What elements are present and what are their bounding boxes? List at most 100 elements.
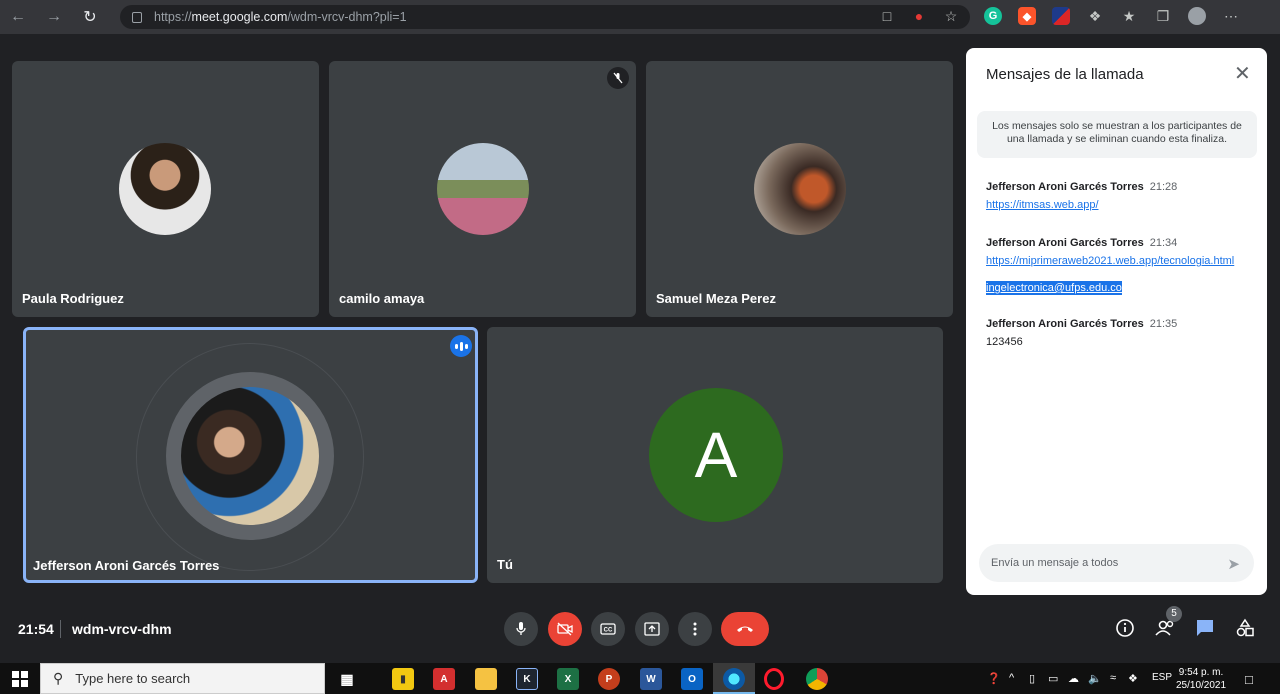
edge-browser-icon[interactable]	[723, 668, 745, 690]
participant-tile[interactable]: camilo amaya	[329, 61, 636, 317]
favorites-icon[interactable]: ★	[1120, 8, 1138, 25]
present-screen-button[interactable]	[635, 612, 669, 646]
taskbar-search-box[interactable]: ⚲ Type here to search	[40, 663, 325, 694]
self-avatar-initial: A	[649, 388, 783, 522]
divider	[60, 620, 61, 638]
opera-icon[interactable]	[764, 668, 784, 690]
forward-arrow-icon[interactable]: →	[36, 0, 72, 34]
search-icon: ⚲	[53, 670, 64, 686]
reload-icon[interactable]: ↻	[72, 0, 108, 34]
windows-taskbar: ⚲ Type here to search ▦ ▮ A K X P W O ❓ …	[0, 663, 1280, 694]
participant-name: Samuel Meza Perez	[656, 291, 776, 306]
activities-icon[interactable]	[1235, 618, 1255, 643]
self-tile[interactable]: A Tú	[487, 327, 943, 583]
grammarly-extension-icon[interactable]: G	[984, 7, 1002, 25]
url-prefix: https://	[154, 10, 192, 24]
message-time: 21:28	[1149, 181, 1178, 193]
participant-photo	[437, 143, 529, 235]
message-email-link-selected[interactable]: ingelectronica@ufps.edu.co	[986, 281, 1122, 295]
hang-up-icon	[737, 626, 753, 632]
present-screen-icon	[644, 622, 660, 636]
more-options-button[interactable]	[678, 612, 712, 646]
phone-icon[interactable]: ▯	[1029, 672, 1035, 685]
chat-title: Mensajes de la llamada	[986, 66, 1144, 83]
participant-name: camilo amaya	[339, 291, 425, 306]
more-menu-icon[interactable]: ⋯	[1222, 8, 1240, 25]
puzzle-extensions-icon[interactable]: ❖	[1086, 8, 1104, 25]
camera-icon[interactable]: □	[878, 8, 896, 24]
more-vert-icon	[693, 622, 697, 636]
meeting-code: wdm-vrcv-dhm	[72, 621, 172, 637]
word-icon[interactable]: W	[640, 668, 662, 690]
help-icon[interactable]: ❓	[987, 672, 1001, 685]
camera-off-button[interactable]	[548, 612, 582, 646]
participant-name: Paula Rodriguez	[22, 291, 124, 306]
participant-tile[interactable]: Paula Rodriguez	[12, 61, 319, 317]
message-sender: Jefferson Aroni Garcés Torres	[986, 181, 1144, 193]
brave-extension-icon[interactable]: ◆	[1018, 7, 1036, 25]
chat-notice: Los mensajes solo se muestran a los part…	[977, 111, 1257, 158]
chrome-icon[interactable]	[806, 668, 828, 690]
collections-icon[interactable]: ❐	[1154, 8, 1172, 25]
address-bar[interactable]: https://meet.google.com/wdm-vrcv-dhm?pli…	[120, 5, 970, 29]
microphone-icon	[516, 622, 526, 635]
leave-call-button[interactable]	[721, 612, 769, 646]
participant-tile-active-speaker[interactable]: Jefferson Aroni Garcés Torres	[23, 327, 478, 583]
participant-name: Tú	[497, 557, 513, 572]
task-view-icon[interactable]: ▦	[336, 668, 358, 690]
notification-blocked-icon[interactable]: ●	[910, 8, 928, 24]
wifi-icon[interactable]: ≈	[1110, 672, 1116, 684]
chat-input-placeholder: Envía un mensaje a todos	[991, 557, 1119, 569]
chat-panel: Mensajes de la llamada ✕ Los mensajes so…	[966, 48, 1267, 595]
bookmark-star-icon[interactable]: ☆	[942, 8, 960, 25]
excel-icon[interactable]: X	[557, 668, 579, 690]
microphone-button[interactable]	[504, 612, 538, 646]
chat-message-input[interactable]: Envía un mensaje a todos ➤	[979, 544, 1254, 582]
lock-icon	[132, 11, 142, 23]
send-icon[interactable]: ➤	[1227, 555, 1240, 573]
participant-tile[interactable]: Samuel Meza Perez	[646, 61, 953, 317]
chat-message: Jefferson Aroni Garcés Torres 21:34 https…	[986, 237, 1234, 295]
meeting-info-icon[interactable]	[1115, 618, 1135, 643]
message-sender: Jefferson Aroni Garcés Torres	[986, 237, 1144, 249]
meeting-clock: 21:54	[18, 621, 54, 637]
participant-name: Jefferson Aroni Garcés Torres	[33, 558, 220, 573]
speaker-icon[interactable]: 🔈	[1088, 672, 1102, 685]
extension-icon[interactable]	[1052, 7, 1070, 25]
profile-avatar[interactable]	[1188, 7, 1206, 25]
mic-off-icon	[607, 67, 629, 89]
clock-time: 9:54 p. m.	[1178, 667, 1224, 678]
clock-date: 25/10/2021	[1176, 680, 1227, 691]
chat-message: Jefferson Aroni Garcés Torres 21:28 https…	[986, 181, 1177, 211]
url-path: /wdm-vrcv-dhm?pli=1	[287, 10, 407, 24]
onedrive-cloud-icon[interactable]: ☁	[1068, 672, 1079, 685]
participant-photo	[754, 143, 846, 235]
back-arrow-icon[interactable]: ←	[0, 0, 36, 34]
participant-photo	[119, 143, 211, 235]
system-clock[interactable]: 9:54 p. m. 25/10/2021	[1176, 666, 1226, 692]
battery-icon: ▭	[1048, 673, 1059, 685]
message-link[interactable]: https://itmsas.web.app/	[986, 199, 1177, 211]
browser-toolbar: ← → ↻ https://meet.google.com/wdm-vrcv-d…	[0, 0, 1280, 34]
notifications-icon[interactable]: □	[1245, 672, 1253, 687]
input-language[interactable]: ESP	[1152, 672, 1172, 683]
outlook-icon[interactable]: O	[681, 668, 703, 690]
dropbox-icon[interactable]: ❖	[1128, 672, 1138, 685]
app-k-icon[interactable]: K	[516, 668, 538, 690]
chat-icon[interactable]	[1195, 618, 1215, 643]
file-explorer-icon[interactable]	[475, 668, 497, 690]
message-text: 123456	[986, 336, 1023, 348]
chevron-up-icon[interactable]: ^	[1009, 672, 1014, 684]
speaking-indicator-icon	[450, 335, 472, 357]
message-time: 21:34	[1149, 237, 1178, 249]
message-link[interactable]: https://miprimeraweb2021.web.app/tecnolo…	[986, 255, 1234, 267]
participant-photo	[181, 387, 319, 525]
windows-start-icon[interactable]	[12, 671, 28, 687]
power-bi-icon[interactable]: ▮	[392, 668, 414, 690]
camera-off-icon	[557, 622, 573, 636]
powerpoint-icon[interactable]: P	[598, 668, 620, 690]
captions-button[interactable]: CC	[591, 612, 625, 646]
chat-message: Jefferson Aroni Garcés Torres 21:35 12345…	[986, 318, 1177, 348]
acrobat-icon[interactable]: A	[433, 668, 455, 690]
close-icon[interactable]: ✕	[1234, 64, 1251, 84]
